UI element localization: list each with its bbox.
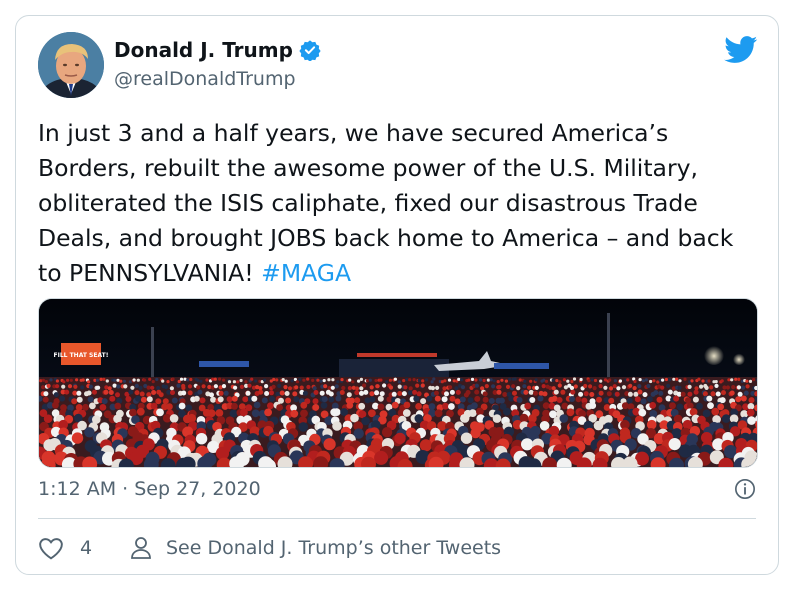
tweet-timestamp[interactable]: 1:12 AM · Sep 27, 2020 xyxy=(38,478,261,500)
person-icon xyxy=(131,537,151,559)
divider xyxy=(38,518,756,519)
tweet-card[interactable]: Donald J. Trump @realDonaldTrump In just… xyxy=(15,15,779,575)
tweet-text: In just 3 and a half years, we have secu… xyxy=(38,116,758,291)
info-icon[interactable] xyxy=(734,478,756,500)
tweet-photo[interactable]: FILL THAT SEAT! xyxy=(38,298,758,468)
fill-that-seat-sign: FILL THAT SEAT! xyxy=(54,352,109,359)
author-name-row[interactable]: Donald J. Trump xyxy=(114,38,321,62)
like-button[interactable]: 4 xyxy=(38,536,92,560)
author-handle[interactable]: @realDonaldTrump xyxy=(114,68,296,90)
like-count: 4 xyxy=(80,537,93,559)
author-name[interactable]: Donald J. Trump xyxy=(114,38,293,62)
avatar[interactable] xyxy=(38,32,104,98)
tweet-body: In just 3 and a half years, we have secu… xyxy=(38,119,734,287)
hashtag-link[interactable]: #MAGA xyxy=(261,259,351,287)
other-tweets-label: See Donald J. Trump’s other Tweets xyxy=(166,537,502,559)
heart-icon xyxy=(39,538,63,560)
twitter-bird-icon[interactable] xyxy=(724,36,758,64)
verified-badge-icon xyxy=(299,40,321,61)
other-tweets-link[interactable]: See Donald J. Trump’s other Tweets xyxy=(130,536,501,560)
